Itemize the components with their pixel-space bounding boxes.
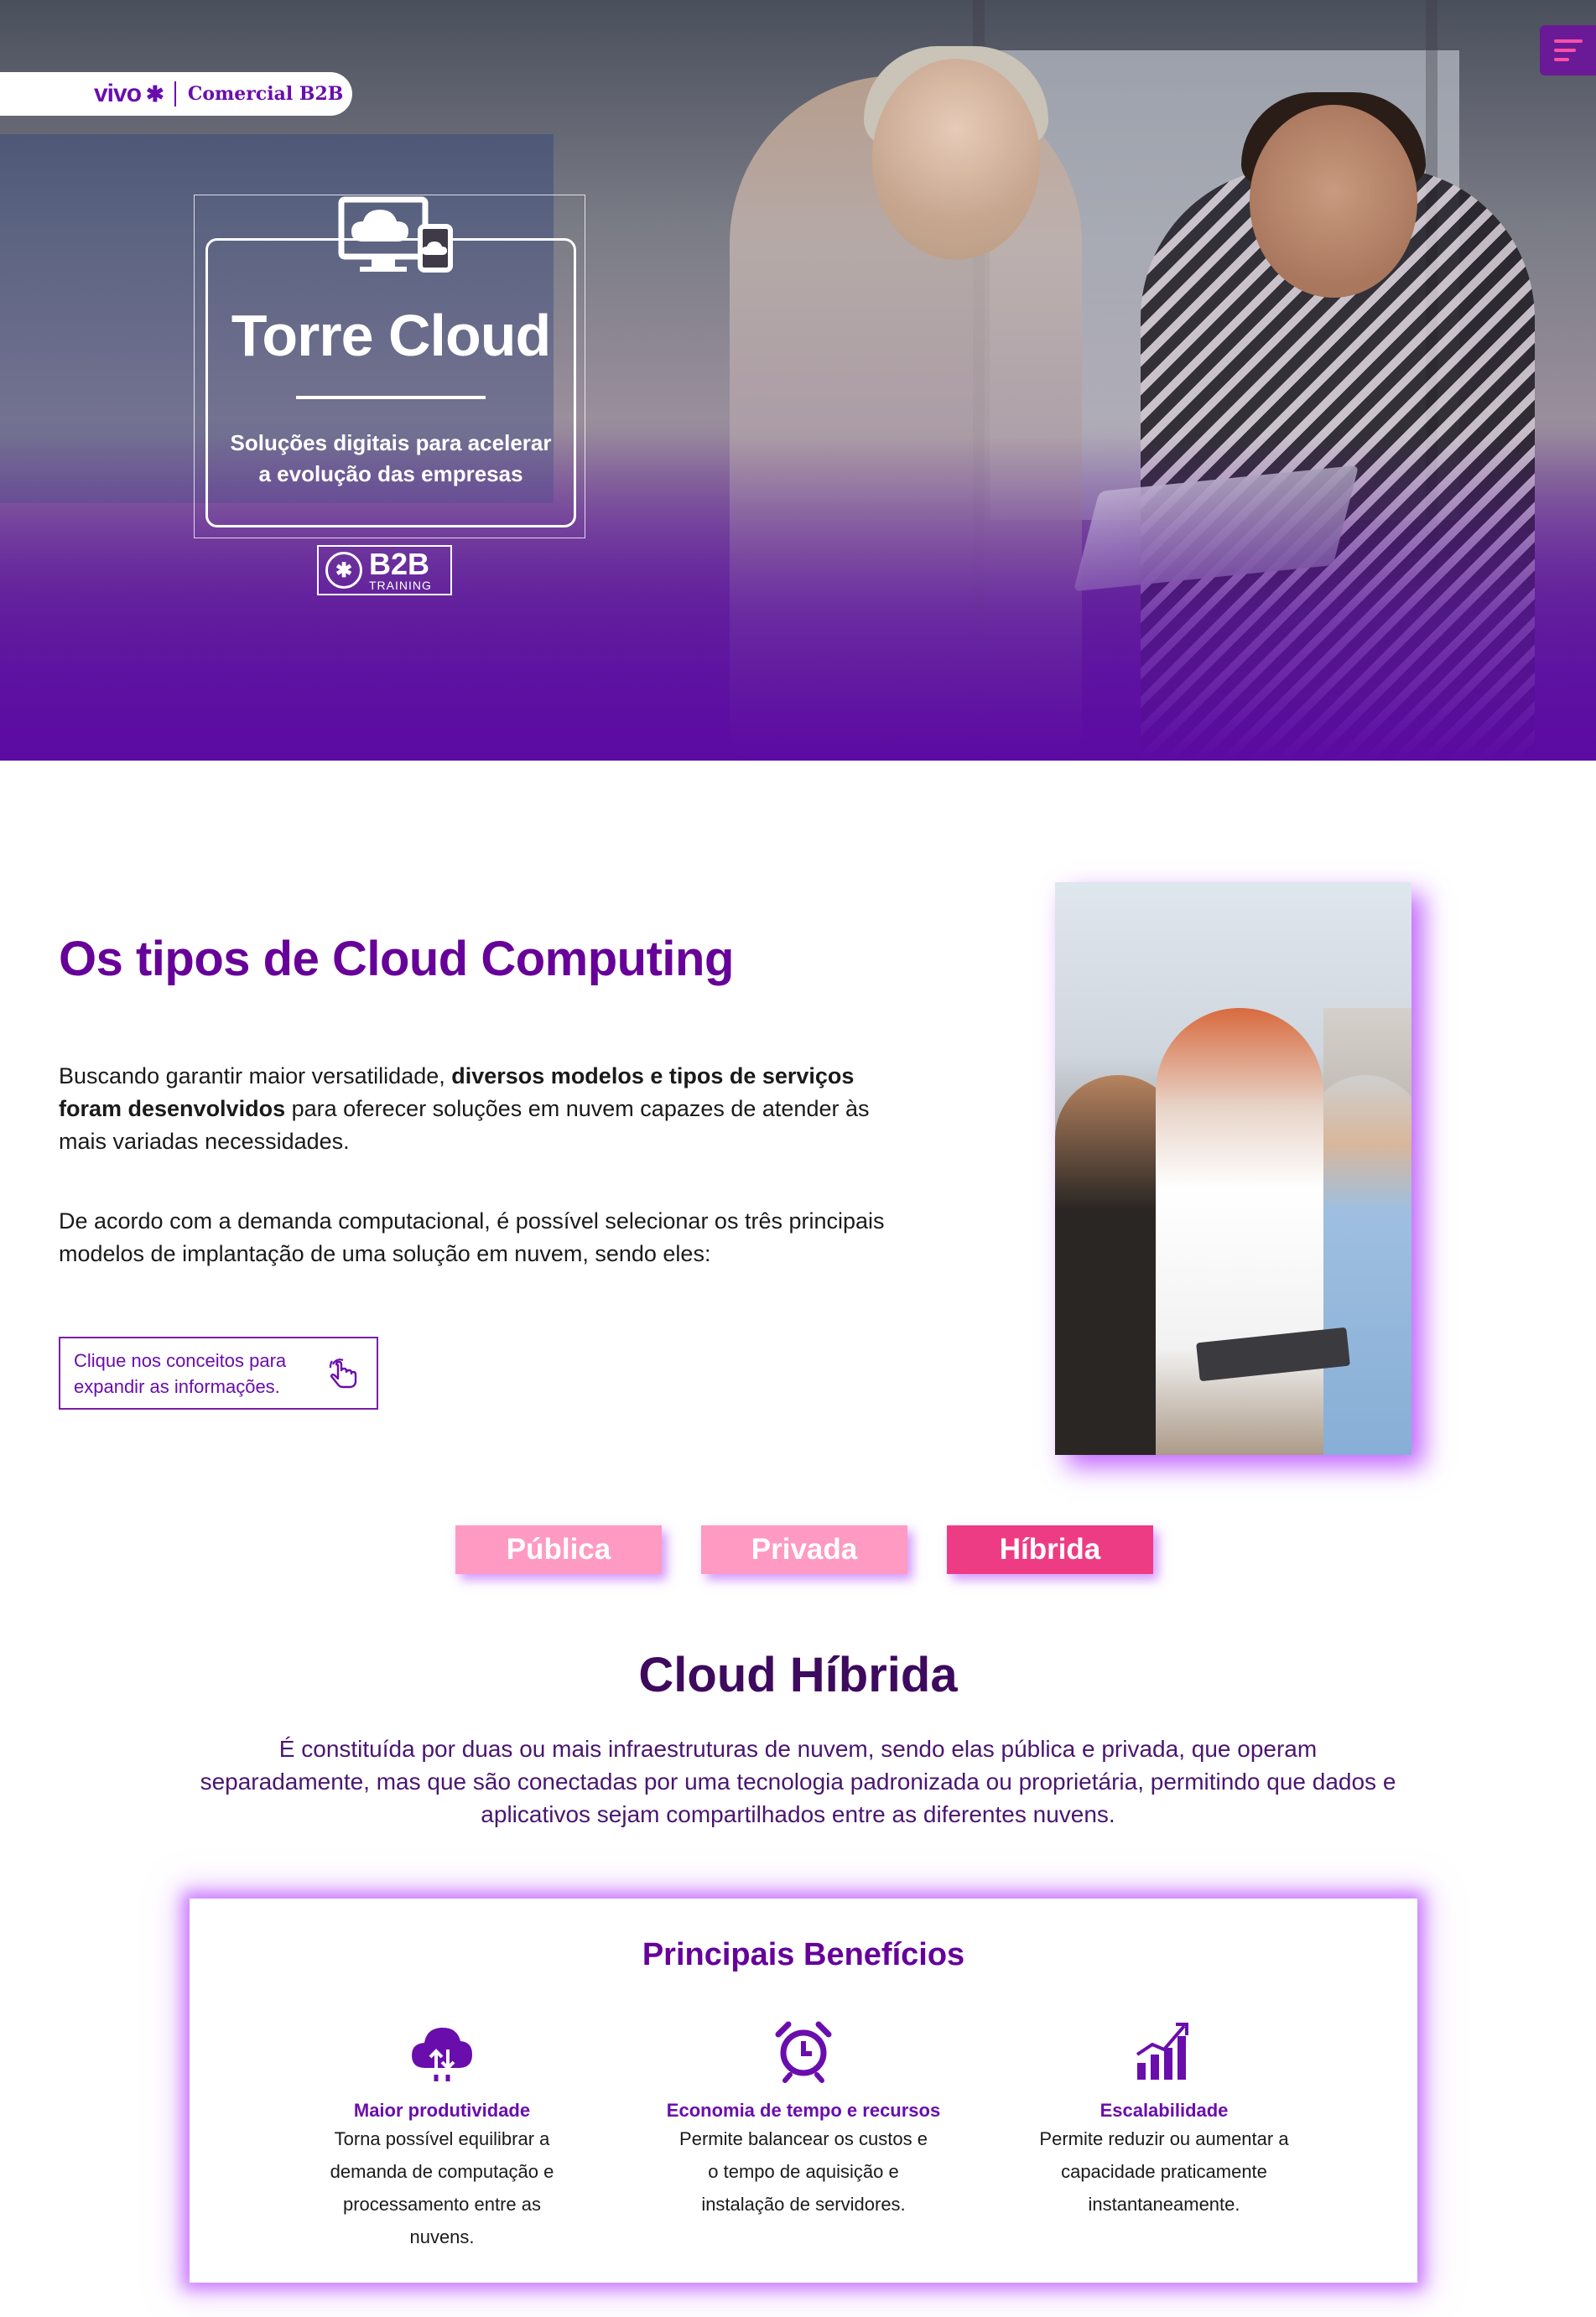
benefit-text-line: instantaneamente.: [1088, 2194, 1240, 2215]
photo-person-center: [1156, 1008, 1323, 1455]
benefit-item: Economia de tempo e recursos Permite bal…: [661, 2016, 946, 2221]
b2b-person-icon: ✱: [325, 552, 362, 589]
growth-chart-icon: [1136, 2023, 1188, 2080]
benefit-text-line: Torna possível equilibrar a: [334, 2128, 550, 2149]
hamburger-menu-icon: [1554, 39, 1583, 43]
b2b-training-badge: ✱ B2B TRAINING: [317, 545, 452, 595]
cloud-type-title: Cloud Híbrida: [638, 1648, 958, 1702]
cloud-type-description: É constituída por duas ou mais infraestr…: [200, 1736, 1396, 1827]
benefit-text-line: Permite reduzir ou aumentar a: [1039, 2128, 1289, 2149]
expand-hint-text: Clique nos conceitos para expandir as in…: [74, 1349, 287, 1397]
hamburger-menu-line: [1554, 49, 1576, 52]
cloud-devices-icon: [338, 196, 453, 273]
b2b-badge-title: B2B: [369, 547, 430, 581]
benefit-name: Economia de tempo e recursos: [666, 2100, 941, 2121]
hero-banner: vivo ✱ Comercial B2B Torre Cloud Soluçõe…: [0, 0, 1596, 761]
benefit-name: Escalabilidade: [1100, 2100, 1229, 2121]
benefit-text: Torna possível equilibrar a demanda de c…: [299, 2122, 585, 2253]
intro-paragraph-1: Buscando garantir maior versatilidade, d…: [59, 1060, 923, 1158]
tap-hand-icon: [329, 1359, 357, 1389]
alarm-clock-icon: [775, 2021, 832, 2083]
hero-subtitle: Soluções digitais para acelerar a evoluç…: [205, 428, 576, 490]
benefits-title: Principais Benefícios: [642, 1937, 965, 1972]
intro-paragraph-2: De acordo com a demanda computacional, é…: [59, 1208, 885, 1266]
hamburger-menu-line: [1554, 58, 1569, 61]
hero-person-right-head: [1250, 105, 1417, 298]
expand-hint-box: Clique nos conceitos para expandir as in…: [59, 1337, 378, 1410]
vivo-figure-icon: ✱: [146, 81, 164, 106]
b2b-badge-subtitle: TRAINING: [369, 579, 432, 592]
brand-logo[interactable]: vivo ✱ Comercial B2B: [0, 72, 352, 116]
brand-separator: [174, 81, 176, 106]
benefit-text: Permite balancear os custos e o tempo de…: [661, 2122, 946, 2221]
cloud-transfer-icon: [412, 2028, 472, 2081]
benefit-text-line: demanda de computação e: [330, 2161, 554, 2182]
hero-subtitle-line: Soluções digitais para acelerar: [230, 430, 552, 455]
benefit-text-line: nuvens.: [409, 2226, 475, 2247]
hero-person-left-head: [872, 59, 1040, 260]
team-photo: [1055, 882, 1411, 1455]
hero-title: Torre Cloud: [231, 303, 551, 368]
benefit-item: Escalabilidade Permite reduzir ou aument…: [1022, 2016, 1307, 2221]
intro-text: Buscando garantir maior versatilidade,: [59, 1063, 452, 1088]
benefit-name: Maior produtividade: [353, 2100, 531, 2121]
benefits-card: Principais Benefícios Maior produtividad…: [190, 1899, 1417, 2283]
section-title: Os tipos de Cloud Computing: [59, 932, 734, 986]
hamburger-menu-button[interactable]: [1540, 25, 1596, 75]
brand-division-label: Comercial B2B: [187, 83, 344, 105]
benefit-text: Permite reduzir ou aumentar a capacidade…: [1022, 2122, 1307, 2221]
benefit-text-line: instalação de servidores.: [701, 2194, 906, 2215]
benefit-text-line: processamento entre as: [342, 2194, 542, 2215]
tab-publica[interactable]: Pública: [455, 1525, 662, 1574]
tab-privada[interactable]: Privada: [701, 1525, 907, 1574]
hero-title-divider: [296, 396, 486, 399]
tab-hibrida[interactable]: Híbrida: [947, 1525, 1153, 1574]
benefit-text-line: Permite balancear os custos e: [679, 2128, 928, 2149]
hero-subtitle-line: a evolução das empresas: [258, 461, 523, 486]
benefit-text-line: o tempo de aquisição e: [708, 2161, 899, 2182]
benefit-text-line: capacidade praticamente: [1061, 2161, 1267, 2182]
vivo-logo-text: vivo: [94, 80, 142, 107]
benefit-item: Maior produtividade Torna possível equil…: [299, 2016, 585, 2253]
